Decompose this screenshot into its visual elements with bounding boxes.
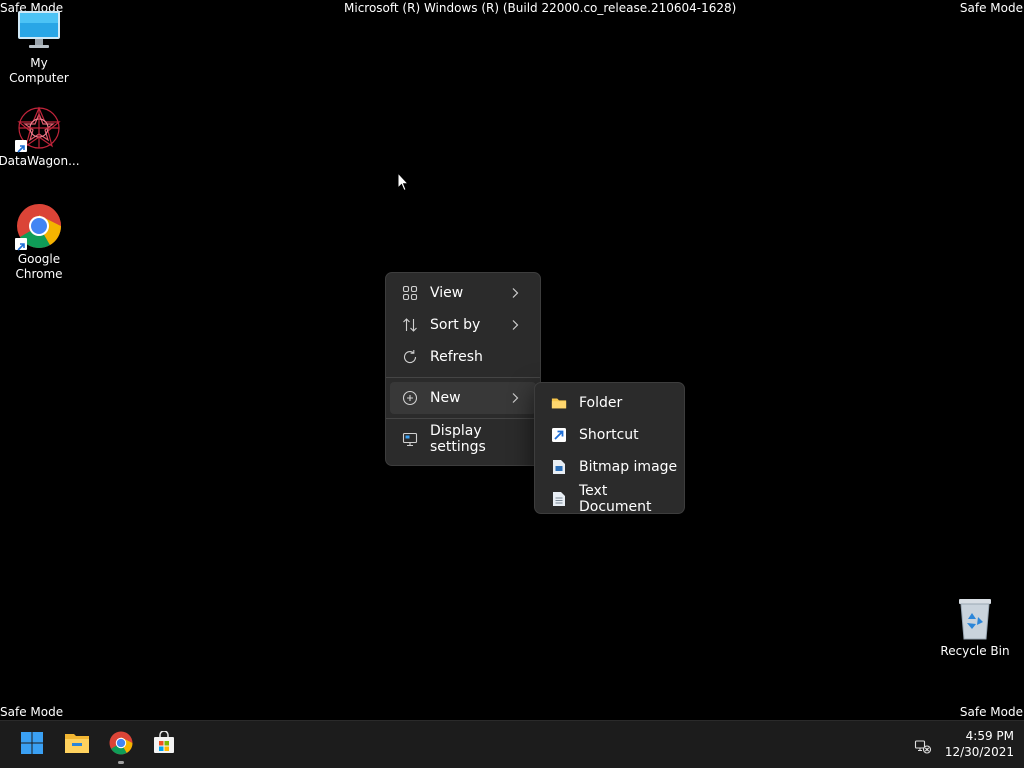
desktop-icon-label: My Computer (9, 56, 69, 85)
chevron-right-icon (512, 288, 519, 298)
menu-item-display-settings[interactable]: Display settings (390, 423, 536, 455)
safe-mode-label-bottom-left: Safe Mode (0, 705, 64, 719)
desktop-icon-label: Recycle Bin (940, 644, 1010, 658)
desktop-context-menu: View Sort by Refresh New Display setting… (385, 272, 541, 466)
menu-separator (386, 418, 540, 419)
shortcut-arrow-icon (15, 140, 27, 153)
submenu-item-text-document[interactable]: Text Document (539, 483, 680, 515)
submenu-item-shortcut[interactable]: Shortcut (539, 419, 680, 451)
menu-item-new[interactable]: New (390, 382, 536, 414)
text-document-icon (551, 491, 567, 507)
network-disconnected-icon[interactable] (914, 737, 932, 755)
display-settings-icon (402, 431, 418, 447)
shortcut-icon (551, 427, 567, 443)
menu-item-sort-by[interactable]: Sort by (390, 309, 536, 341)
clock-date: 12/30/2021 (944, 745, 1014, 759)
plus-circle-icon (402, 390, 418, 406)
new-submenu: Folder Shortcut Bitmap image Text Docume… (534, 382, 685, 515)
menu-item-label: View (430, 285, 464, 301)
chrome-icon (15, 202, 63, 251)
submenu-item-label: Bitmap image (579, 459, 678, 475)
file-explorer-icon (64, 732, 90, 758)
safe-mode-label-top-right: Safe Mode (959, 1, 1023, 15)
chevron-right-icon (512, 320, 519, 330)
menu-item-view[interactable]: View (390, 277, 536, 309)
datawagon-icon (15, 104, 63, 153)
menu-item-label: Display settings (430, 423, 486, 455)
desktop-icon-label: DataWagon... (0, 154, 80, 168)
running-indicator (118, 761, 124, 764)
desktop-screen[interactable]: Safe Mode Microsoft (R) Windows (R) (Bui… (0, 0, 1024, 768)
chevron-right-icon (512, 393, 519, 403)
clock-time: 4:59 PM (965, 729, 1014, 743)
safe-mode-label-bottom-right: Safe Mode (959, 705, 1023, 719)
submenu-item-label: Text Document (579, 483, 652, 515)
submenu-item-folder[interactable]: Folder (539, 387, 680, 419)
menu-separator (386, 377, 540, 378)
submenu-item-bitmap-image[interactable]: Bitmap image (539, 451, 680, 483)
taskbar-file-explorer[interactable] (57, 725, 97, 765)
taskbar-google-chrome[interactable] (101, 725, 141, 765)
build-info-label: Microsoft (R) Windows (R) (Build 22000.c… (344, 1, 737, 15)
submenu-item-label: Shortcut (579, 427, 639, 443)
taskbar-microsoft-store[interactable] (144, 725, 184, 765)
mouse-cursor-icon (397, 171, 410, 196)
menu-item-label: Sort by (430, 317, 481, 333)
folder-icon (551, 395, 567, 411)
shortcut-arrow-icon (15, 238, 27, 251)
menu-item-label: New (430, 390, 461, 406)
sort-icon (402, 317, 418, 333)
submenu-item-label: Folder (579, 395, 623, 411)
desktop-icon-datawagon[interactable]: DataWagon... (0, 104, 80, 169)
desktop-icon-google-chrome[interactable]: Google Chrome (0, 202, 78, 282)
desktop-icon-recycle-bin[interactable]: Recycle Bin (936, 594, 1014, 659)
windows-start-icon (20, 731, 44, 759)
bitmap-icon (551, 459, 567, 475)
recycle-bin-icon (951, 594, 999, 642)
chrome-icon (109, 731, 133, 759)
grid-icon (402, 285, 418, 301)
refresh-icon (402, 349, 418, 365)
menu-item-label: Refresh (430, 349, 483, 365)
desktop-icon-label: Google Chrome (15, 252, 63, 281)
taskbar: 4:59 PM 12/30/2021 (0, 720, 1024, 768)
start-button[interactable] (12, 725, 52, 765)
desktop-icon-my-computer[interactable]: My Computer (0, 6, 78, 86)
taskbar-clock[interactable]: 4:59 PM 12/30/2021 (940, 728, 1014, 760)
menu-item-refresh[interactable]: Refresh (390, 341, 536, 373)
monitor-icon (15, 6, 63, 54)
store-icon (152, 730, 176, 759)
